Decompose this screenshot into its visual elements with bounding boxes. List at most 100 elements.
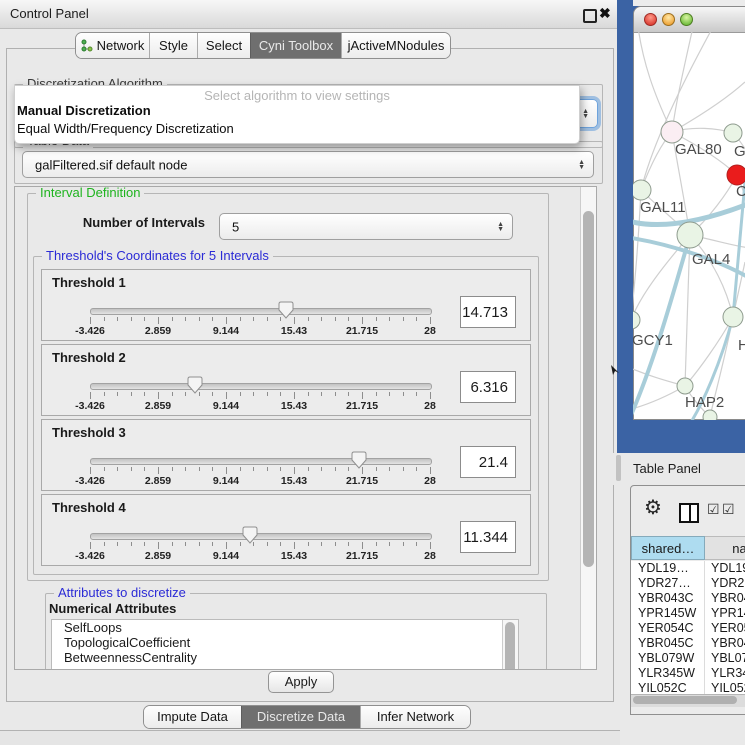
table-row[interactable]: YDL19…YDL19 — [631, 561, 745, 576]
split-columns-icon[interactable] — [679, 503, 699, 523]
list-scrollbar-thumb[interactable] — [505, 622, 515, 670]
tab-network[interactable]: Network — [76, 33, 149, 58]
slider-tick — [403, 392, 404, 396]
slider-tick — [280, 542, 281, 546]
tab-discretize-data[interactable]: Discretize Data — [241, 706, 360, 728]
slider-handle[interactable] — [242, 526, 258, 547]
zoom-traffic-light-icon[interactable] — [680, 13, 693, 26]
table-cell[interactable]: YLR345W — [705, 666, 745, 681]
table-cell[interactable]: YER054C — [631, 621, 705, 636]
slider-tick — [362, 542, 363, 549]
attribute-list-item[interactable]: SelfLoops — [52, 620, 518, 635]
slider-tick — [144, 317, 145, 321]
table-cell[interactable]: YBR043C — [631, 591, 705, 606]
tab-cyni-toolbox[interactable]: Cyni Toolbox — [250, 33, 341, 58]
table-data-combo[interactable]: galFiltered.sif default node ▲▼ — [22, 151, 594, 178]
close-icon[interactable]: ✖ — [599, 5, 611, 22]
number-of-intervals-combo[interactable]: 5 ▲▼ — [219, 213, 513, 240]
tab-infer-network[interactable]: Infer Network — [360, 706, 470, 728]
slider-tick — [240, 392, 241, 396]
slider-track[interactable] — [90, 383, 432, 390]
table-hscrollbar-thumb[interactable] — [633, 696, 737, 704]
slider-tick-label: 28 — [408, 550, 452, 562]
network-node[interactable] — [727, 165, 745, 185]
main-scrollbar-thumb[interactable] — [583, 211, 594, 567]
menu-item-manual-discretization[interactable]: Manual Discretization — [17, 103, 151, 118]
slider-track[interactable] — [90, 308, 432, 315]
network-canvas[interactable]: GAL80GCGAL11GAL4GCY1HHAP2 — [633, 32, 745, 420]
attribute-list-item[interactable]: TopologicalCoefficient — [52, 635, 518, 650]
table-cell[interactable]: YBR045C — [631, 636, 705, 651]
slider-handle[interactable] — [187, 376, 203, 397]
table-cell[interactable]: YLR345W — [631, 666, 705, 681]
slider-handle[interactable] — [278, 301, 294, 322]
table-cell[interactable]: YDR27… — [631, 576, 705, 591]
apply-button[interactable]: Apply — [268, 671, 334, 693]
table-cell[interactable]: YER054C — [705, 621, 745, 636]
network-node[interactable] — [723, 307, 743, 327]
table-cell[interactable]: YBR045C — [705, 636, 745, 651]
slider-tick-label: 2.859 — [136, 550, 180, 562]
table-row[interactable]: YLR345WYLR345W — [631, 666, 745, 681]
threshold-value-input[interactable]: 21.4 — [460, 446, 516, 478]
slider-tick — [403, 542, 404, 546]
network-node[interactable] — [661, 121, 683, 143]
column-header-name[interactable]: na — [705, 536, 745, 560]
network-node[interactable] — [724, 124, 742, 142]
network-node[interactable] — [677, 378, 693, 394]
threshold-value-input[interactable]: 6.316 — [460, 371, 516, 403]
table-cell[interactable]: YPR145W — [705, 606, 745, 621]
table-row[interactable]: YDR27…YDR27 — [631, 576, 745, 591]
network-node[interactable] — [633, 311, 640, 329]
slider-track[interactable] — [90, 458, 432, 465]
network-node[interactable] — [633, 180, 651, 200]
table-cell[interactable]: YBL079W — [705, 651, 745, 666]
network-window-titlebar[interactable] — [634, 7, 745, 33]
table-cell[interactable]: YDR27 — [705, 576, 745, 591]
minimize-traffic-light-icon[interactable] — [662, 13, 675, 26]
table-cell[interactable]: YBR043C — [705, 591, 745, 606]
table-row[interactable]: YBR045CYBR045C — [631, 636, 745, 651]
numerical-attributes-list[interactable]: SelfLoopsTopologicalCoefficientBetweenne… — [51, 619, 519, 670]
menu-item-equal-width-frequency[interactable]: Equal Width/Frequency Discretization — [17, 121, 234, 136]
slider-tick — [376, 467, 377, 471]
splitter-handle[interactable] — [616, 455, 621, 481]
slider-tick — [226, 392, 227, 399]
threshold-value-input[interactable]: 11.344 — [460, 521, 516, 553]
slider-tick — [117, 317, 118, 321]
column-header-shared[interactable]: shared… — [631, 536, 705, 560]
slider-track[interactable] — [90, 533, 432, 540]
slider-tick — [199, 542, 200, 546]
main-scrollbar[interactable] — [580, 187, 597, 669]
slider-tick — [389, 392, 390, 396]
table-row[interactable]: YBR043CYBR043C — [631, 591, 745, 606]
table-cell[interactable]: YDL19… — [631, 561, 705, 576]
slider-tick — [335, 542, 336, 546]
table-cell[interactable]: YPR145W — [631, 606, 705, 621]
checkbox-icon[interactable]: ☑ — [707, 501, 720, 518]
threshold-value-input[interactable]: 14.713 — [460, 296, 516, 328]
tab-select[interactable]: Select — [197, 33, 250, 58]
tab-impute-data[interactable]: Impute Data — [144, 706, 241, 728]
slider-tick — [403, 317, 404, 321]
network-node[interactable] — [677, 222, 703, 248]
table-cell[interactable]: YBL079W — [631, 651, 705, 666]
table-cell[interactable]: YDL19 — [705, 561, 745, 576]
slider-tick — [294, 467, 295, 474]
slider-tick — [335, 392, 336, 396]
tab-jactivemnodules[interactable]: jActiveMNodules — [341, 33, 450, 58]
table-row[interactable]: YER054CYER054C — [631, 621, 745, 636]
slider-handle[interactable] — [351, 451, 367, 472]
checkbox-icon[interactable]: ☑ — [722, 501, 735, 518]
slider-tick — [321, 542, 322, 546]
table-row[interactable]: YBL079WYBL079W — [631, 651, 745, 666]
float-window-icon[interactable] — [583, 9, 597, 23]
gear-icon[interactable]: ⚙ — [644, 498, 662, 518]
close-traffic-light-icon[interactable] — [644, 13, 657, 26]
slider-tick — [403, 467, 404, 471]
attribute-list-item[interactable]: BetweennessCentrality — [52, 650, 518, 665]
tab-style[interactable]: Style — [149, 33, 197, 58]
list-scrollbar[interactable] — [502, 620, 518, 670]
table-row[interactable]: YPR145WYPR145W — [631, 606, 745, 621]
network-node[interactable] — [703, 410, 717, 420]
